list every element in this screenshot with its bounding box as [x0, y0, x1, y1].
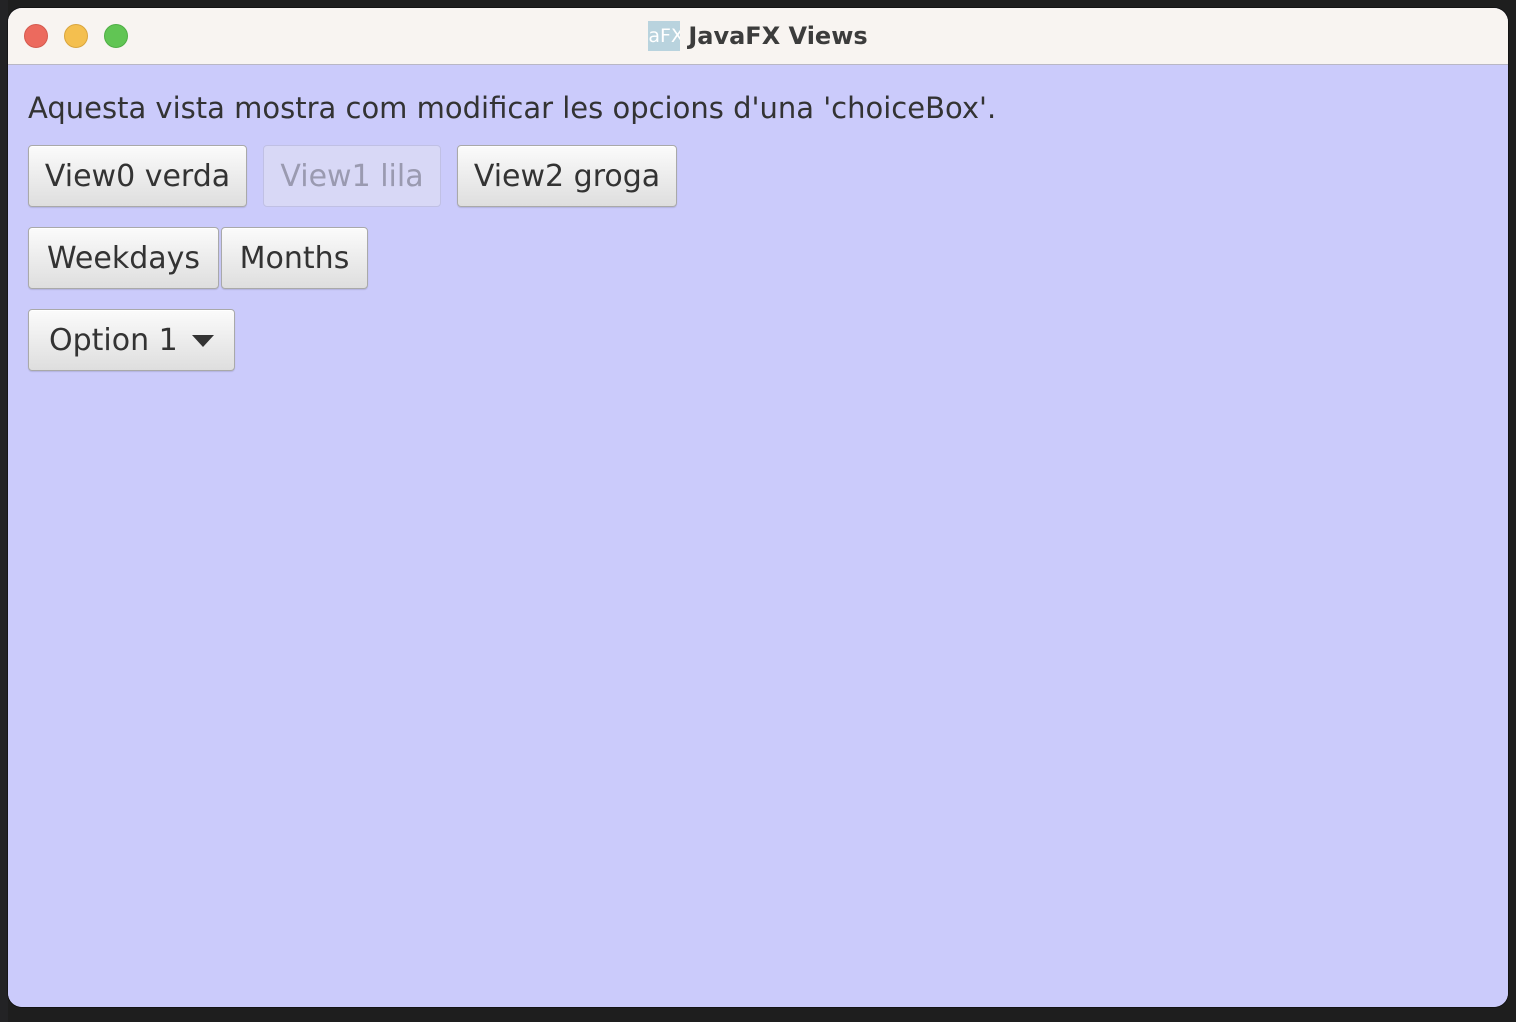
- weekdays-button[interactable]: Weekdays: [28, 227, 219, 289]
- description-label: Aquesta vista mostra com modificar les o…: [28, 91, 997, 125]
- choice-row: Option 1: [28, 309, 235, 371]
- view2-yellow-button[interactable]: View2 groga: [457, 145, 677, 207]
- title-bar: aFX JavaFX Views: [8, 8, 1508, 65]
- javafx-app-icon: aFX: [648, 21, 681, 51]
- choice-box[interactable]: Option 1: [28, 309, 235, 371]
- view0-green-button[interactable]: View0 verda: [28, 145, 247, 207]
- chevron-down-icon: [192, 335, 214, 347]
- list-buttons-row: Weekdays Months: [28, 227, 368, 289]
- app-window: aFX JavaFX Views Aquesta vista mostra co…: [8, 8, 1508, 1007]
- window-title: JavaFX Views: [688, 22, 868, 50]
- desktop-background: [0, 0, 8, 1022]
- title-area: aFX JavaFX Views: [8, 8, 1508, 64]
- months-button[interactable]: Months: [221, 227, 368, 289]
- choice-box-value: Option 1: [49, 322, 178, 358]
- view-buttons-row: View0 verda View1 lila View2 groga: [28, 145, 677, 207]
- view1-purple-button: View1 lila: [263, 145, 441, 207]
- main-view: Aquesta vista mostra com modificar les o…: [8, 65, 1508, 1007]
